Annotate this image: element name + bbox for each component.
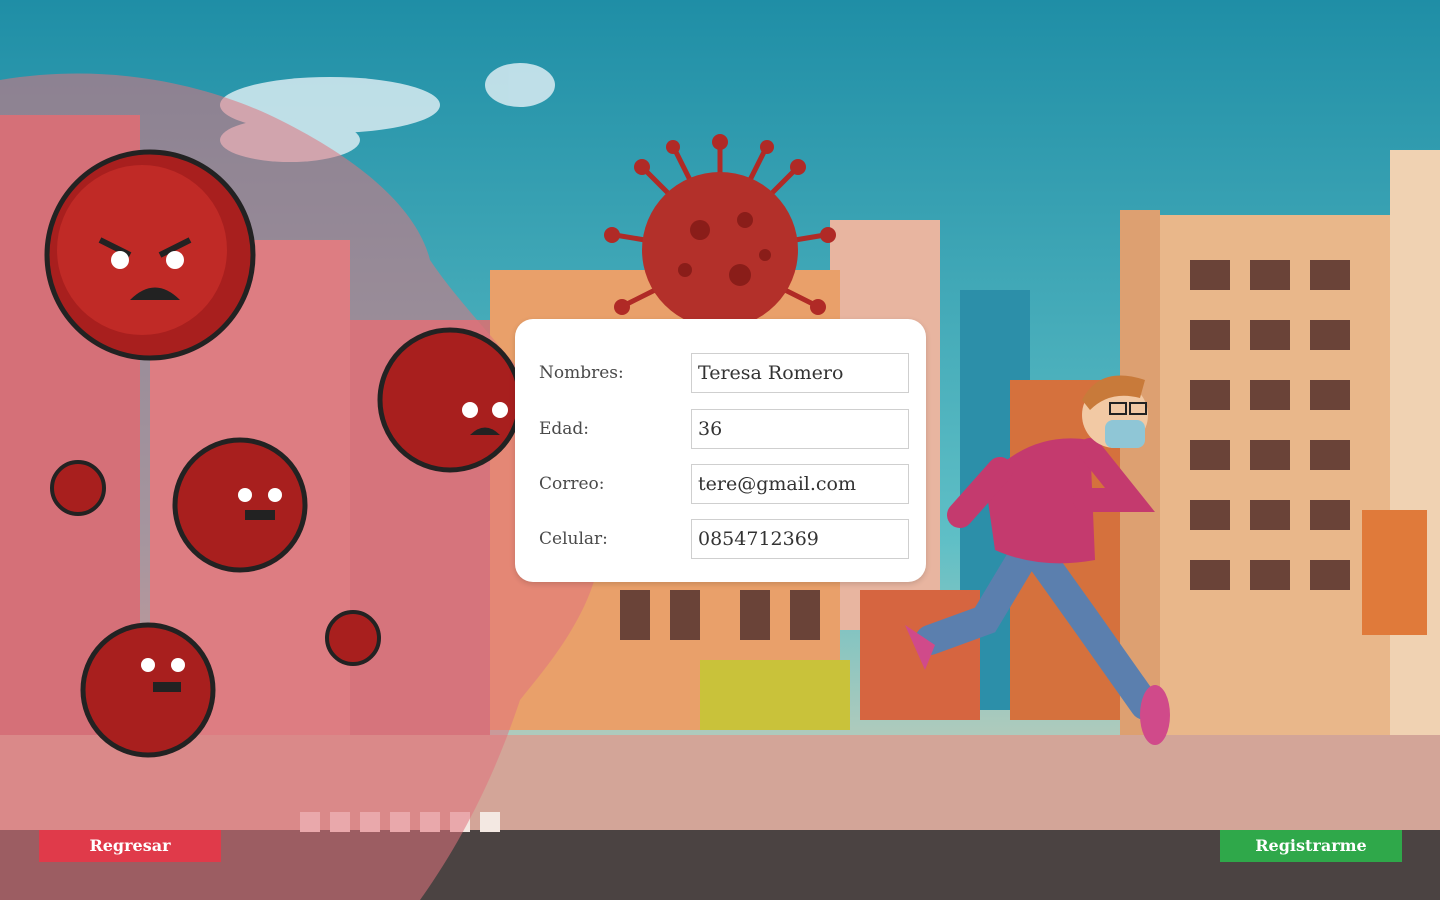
register-button[interactable]: Registrarme [1220, 830, 1402, 862]
virus-icon [377, 327, 523, 473]
field-row-correo: Correo: [539, 464, 909, 504]
correo-label: Correo: [539, 474, 605, 494]
correo-input[interactable] [691, 464, 909, 504]
virus-icon [44, 149, 256, 361]
nombres-label: Nombres: [539, 363, 624, 383]
virus-icon [80, 622, 216, 758]
field-row-edad: Edad: [539, 409, 909, 449]
celular-label: Celular: [539, 529, 608, 549]
virus-icon [172, 437, 308, 573]
edad-label: Edad: [539, 419, 590, 439]
virus-icon [50, 460, 106, 516]
virus-icon [325, 610, 381, 666]
edad-input[interactable] [691, 409, 909, 449]
registration-form: Nombres: Edad: Correo: Celular: [515, 319, 926, 582]
nombres-input[interactable] [691, 353, 909, 393]
back-button[interactable]: Regresar [39, 830, 221, 862]
celular-input[interactable] [691, 519, 909, 559]
field-row-nombres: Nombres: [539, 353, 909, 393]
field-row-celular: Celular: [539, 519, 909, 559]
